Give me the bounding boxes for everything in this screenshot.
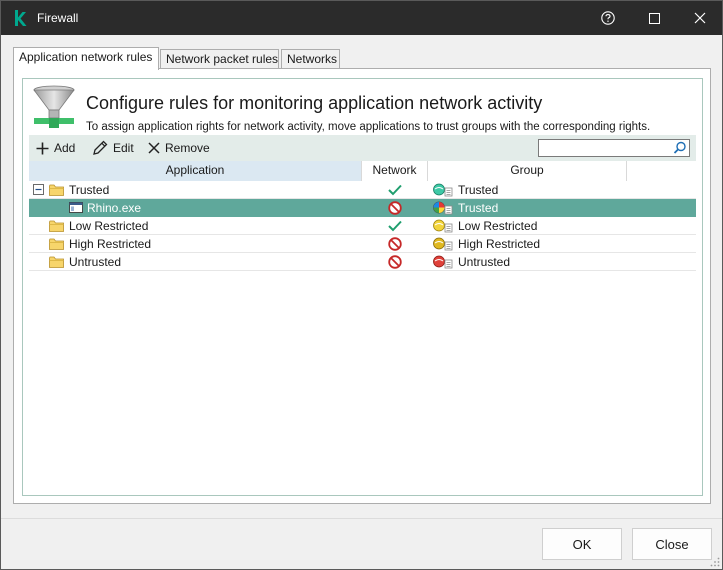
add-label: Add xyxy=(54,141,76,155)
firewall-funnel-icon xyxy=(33,85,75,128)
column-header-network[interactable]: Network xyxy=(362,161,428,181)
column-header-filler xyxy=(627,161,696,181)
tab-networks[interactable]: Networks xyxy=(281,49,340,69)
close-icon xyxy=(694,12,706,24)
kaspersky-logo-icon xyxy=(15,10,27,26)
edit-button[interactable]: Edit xyxy=(89,137,137,159)
application-name: Rhino.exe xyxy=(87,201,142,215)
column-header-group[interactable]: Group xyxy=(428,161,627,181)
plus-icon xyxy=(36,142,49,154)
table-row-selected[interactable]: Rhino.exe Trusted xyxy=(29,199,696,217)
tab-application-network-rules[interactable]: Application network rules xyxy=(13,47,159,70)
table-row[interactable]: Low Restricted Low Restricted xyxy=(29,217,696,235)
search-icon[interactable] xyxy=(673,141,687,155)
table-row[interactable]: Trusted Trusted xyxy=(29,181,696,199)
remove-x-icon xyxy=(148,142,160,154)
application-window-icon xyxy=(69,202,83,213)
help-button[interactable] xyxy=(585,1,631,35)
high-restricted-group-icon xyxy=(433,237,453,251)
network-cell xyxy=(362,217,428,235)
close-button[interactable]: Close xyxy=(632,528,712,560)
ok-button[interactable]: OK xyxy=(542,528,622,560)
rules-toolbar: Add Edit Remove xyxy=(29,135,696,161)
tab-network-packet-rules[interactable]: Network packet rules xyxy=(160,49,279,69)
folder-icon xyxy=(49,220,64,232)
group-cell: Trusted xyxy=(428,181,627,199)
applications-table: Application Network Group Trusted Truste… xyxy=(29,161,696,491)
window-title: Firewall xyxy=(37,11,79,25)
close-window-button[interactable] xyxy=(677,1,723,35)
group-name: Low Restricted xyxy=(458,219,538,233)
blocked-icon xyxy=(388,237,402,251)
search-input[interactable] xyxy=(539,140,671,156)
table-header: Application Network Group xyxy=(29,161,696,181)
check-icon xyxy=(388,184,402,196)
search-box[interactable] xyxy=(538,139,690,157)
application-cell: Low Restricted xyxy=(29,217,362,235)
application-cell: Untrusted xyxy=(29,253,362,271)
maximize-button[interactable] xyxy=(631,1,677,35)
trusted-group-icon xyxy=(433,183,453,197)
folder-icon xyxy=(49,238,64,250)
minus-icon xyxy=(35,188,42,191)
application-cell: Trusted xyxy=(29,181,362,199)
group-name: Trusted xyxy=(458,201,499,215)
application-cell: Rhino.exe xyxy=(29,199,362,217)
application-name: High Restricted xyxy=(69,237,152,251)
rules-frame: Configure rules for monitoring applicati… xyxy=(22,78,703,496)
add-button[interactable]: Add xyxy=(33,137,78,159)
network-cell xyxy=(362,253,428,271)
help-icon xyxy=(601,11,615,25)
group-cell: Untrusted xyxy=(428,253,627,271)
footer-divider xyxy=(1,518,722,519)
title-bar[interactable]: Firewall xyxy=(1,1,722,35)
folder-icon xyxy=(49,256,64,268)
folder-icon xyxy=(49,184,64,196)
network-cell xyxy=(362,181,428,199)
group-cell: Low Restricted xyxy=(428,217,627,235)
resize-grip-icon[interactable] xyxy=(710,557,720,567)
network-cell xyxy=(362,235,428,253)
table-row[interactable]: High Restricted High Restricted xyxy=(29,235,696,253)
page-title: Configure rules for monitoring applicati… xyxy=(86,93,543,113)
group-name: High Restricted xyxy=(458,237,541,251)
blocked-icon xyxy=(388,201,402,215)
collapse-toggle[interactable] xyxy=(33,184,44,195)
remove-button[interactable]: Remove xyxy=(145,137,213,159)
column-header-application[interactable]: Application xyxy=(29,161,362,181)
maximize-icon xyxy=(648,12,660,24)
pencil-icon xyxy=(93,140,108,155)
trusted-multicolor-group-icon xyxy=(433,201,453,215)
application-name: Low Restricted xyxy=(69,219,149,233)
page-description: To assign application rights for network… xyxy=(86,121,651,133)
application-name: Trusted xyxy=(69,183,110,197)
untrusted-group-icon xyxy=(433,255,453,269)
group-cell: High Restricted xyxy=(428,235,627,253)
application-name: Untrusted xyxy=(69,255,122,269)
group-cell: Trusted xyxy=(428,199,627,217)
edit-label: Edit xyxy=(113,141,134,155)
application-cell: High Restricted xyxy=(29,235,362,253)
table-row[interactable]: Untrusted Untrusted xyxy=(29,253,696,271)
firewall-window: Firewall Application network rules Netwo… xyxy=(0,0,723,570)
blocked-icon xyxy=(388,255,402,269)
group-name: Trusted xyxy=(458,183,499,197)
check-icon xyxy=(388,220,402,232)
group-name: Untrusted xyxy=(458,255,511,269)
remove-label: Remove xyxy=(165,141,210,155)
tab-panel: Configure rules for monitoring applicati… xyxy=(13,68,711,504)
network-cell xyxy=(362,199,428,217)
low-restricted-group-icon xyxy=(433,219,453,233)
